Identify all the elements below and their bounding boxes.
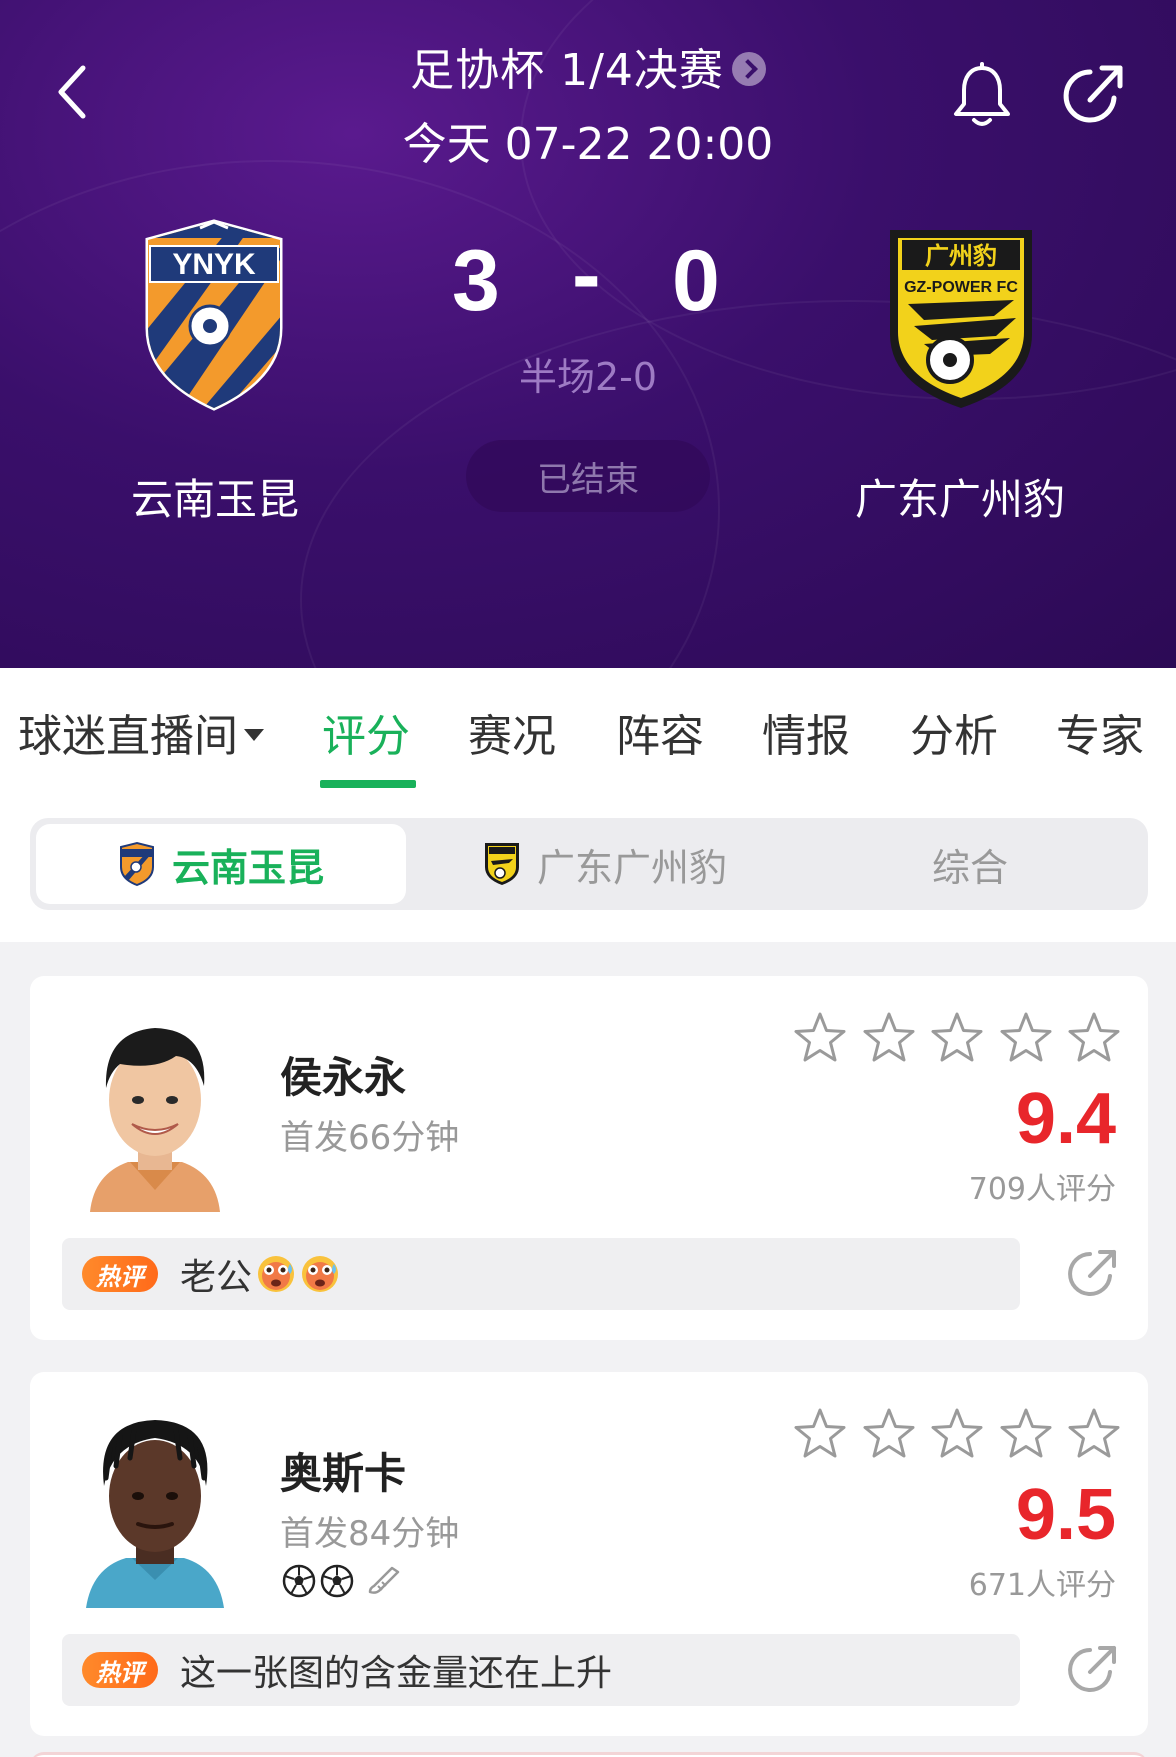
tab-ratings[interactable]: 评分: [322, 700, 410, 764]
hot-comment[interactable]: 热评 老公: [62, 1238, 1020, 1310]
rating-count: 671人评分: [968, 1568, 1116, 1603]
tab-experts[interactable]: 专家: [1056, 700, 1144, 764]
segment-overall[interactable]: 综合: [800, 824, 1140, 904]
star-rating-input[interactable]: [792, 1406, 1122, 1464]
player-name[interactable]: 侯永永: [280, 1044, 406, 1105]
hot-comment-badge: 热评: [82, 1652, 158, 1688]
next-player-card-edge: [30, 1752, 1148, 1757]
tab-intel[interactable]: 情报: [762, 700, 850, 764]
goal-icon: [320, 1564, 354, 1598]
hot-comment[interactable]: 热评 这一张图的含金量还在上升: [62, 1634, 1020, 1706]
share-icon[interactable]: [1064, 1244, 1120, 1300]
gz-power-crest-icon: [484, 843, 519, 885]
star-outline-icon[interactable]: [998, 1010, 1054, 1066]
tab-lineup[interactable]: 阵容: [616, 700, 704, 764]
caret-down-icon: [244, 729, 264, 741]
player-rating-score: 9.4: [1015, 1079, 1116, 1159]
away-score: 0: [672, 233, 720, 329]
player-rating-card[interactable]: 侯永永 首发66分钟 9.4 709人评分 热评 老公: [30, 976, 1148, 1340]
svg-text:GZ-POWER FC: GZ-POWER FC: [904, 279, 1018, 296]
assist-boot-icon: [368, 1566, 400, 1594]
score-separator: -: [572, 227, 601, 323]
hot-comment-text: 老公: [180, 1257, 253, 1298]
half-time-score: 半场2-0: [518, 355, 658, 399]
tab-label: 阵容: [616, 711, 704, 762]
team-segment-section: 云南玉昆 广东广州豹 综合: [0, 788, 1176, 942]
tab-bar: 球迷直播间 评分 赛况 阵容 情报 分析 专家: [0, 668, 1176, 788]
star-outline-icon[interactable]: [861, 1010, 917, 1066]
star-rating-input[interactable]: [792, 1010, 1122, 1068]
player-photo-icon: [90, 1028, 220, 1212]
bell-button[interactable]: [950, 62, 1014, 128]
share-icon: [1063, 65, 1123, 123]
segment-label: 综合: [931, 845, 1008, 890]
share-button[interactable]: [1060, 60, 1128, 128]
tab-label: 赛况: [468, 711, 556, 762]
star-outline-icon[interactable]: [929, 1406, 985, 1462]
competition-label: 足协杯 1/4决赛: [410, 45, 724, 96]
goal-icon: [282, 1564, 316, 1598]
tab-label: 情报: [762, 711, 850, 762]
star-outline-icon[interactable]: [929, 1010, 985, 1066]
player-events: [282, 1564, 406, 1598]
star-outline-icon[interactable]: [792, 1010, 848, 1066]
player-photo-icon: [86, 1420, 224, 1608]
active-tab-indicator: [320, 780, 416, 788]
tab-label: 球迷直播间: [18, 711, 238, 762]
hot-comment-content: 老公: [180, 1248, 340, 1300]
player-rating-score: 9.5: [1015, 1475, 1116, 1555]
share-icon[interactable]: [1064, 1640, 1120, 1696]
ynyk-crest-icon: [119, 841, 154, 887]
hot-comment-text: 这一张图的含金量还在上升: [180, 1653, 613, 1694]
chevron-right-icon: [731, 52, 766, 86]
svg-text:YNYK: YNYK: [172, 248, 256, 281]
tab-analysis[interactable]: 分析: [910, 700, 998, 764]
home-team-name[interactable]: 云南玉昆: [65, 466, 365, 527]
home-score: 3: [452, 233, 500, 329]
player-name[interactable]: 奥斯卡: [280, 1440, 406, 1501]
away-team-name[interactable]: 广东广州豹: [810, 466, 1110, 527]
rating-count: 709人评分: [968, 1172, 1116, 1207]
match-header: 足协杯 1/4决赛 今天 07-22 20:00 YNYK 广州豹 GZ-POW…: [0, 0, 1176, 668]
star-outline-icon[interactable]: [1066, 1406, 1122, 1462]
match-status-label: 已结束: [537, 459, 639, 500]
svg-text:广州豹: 广州豹: [925, 242, 997, 270]
segment-label: 广东广州豹: [536, 845, 727, 890]
tab-label: 分析: [910, 711, 998, 762]
player-minutes: 首发84分钟: [280, 1514, 460, 1554]
match-status-badge: 已结束: [466, 440, 710, 512]
star-outline-icon[interactable]: [861, 1406, 917, 1462]
bell-icon: [954, 62, 1010, 126]
flushed-face-icon: [258, 1256, 295, 1292]
tab-fan-live[interactable]: 球迷直播间: [18, 700, 264, 764]
hot-comment-content: 这一张图的含金量还在上升: [180, 1644, 612, 1696]
player-avatar[interactable]: [80, 1408, 230, 1608]
team-segment-control: 云南玉昆 广东广州豹 综合: [30, 818, 1148, 910]
player-minutes: 首发66分钟: [280, 1118, 460, 1158]
hot-comment-badge: 热评: [82, 1256, 158, 1292]
segment-label: 云南玉昆: [171, 845, 324, 890]
tab-label: 专家: [1056, 711, 1144, 762]
player-avatar[interactable]: [80, 1012, 230, 1212]
tab-label: 评分: [322, 711, 410, 762]
segment-away-team[interactable]: 广东广州豹: [410, 824, 800, 904]
star-outline-icon[interactable]: [792, 1406, 848, 1462]
star-outline-icon[interactable]: [1066, 1010, 1122, 1066]
segment-home-team[interactable]: 云南玉昆: [36, 824, 406, 904]
player-rating-card[interactable]: 奥斯卡 首发84分钟 9.5 671人评分 热评 这一张图的含金量还在上升: [30, 1372, 1148, 1736]
tab-match-events[interactable]: 赛况: [468, 700, 556, 764]
star-outline-icon[interactable]: [998, 1406, 1054, 1462]
flushed-face-icon: [302, 1256, 339, 1292]
